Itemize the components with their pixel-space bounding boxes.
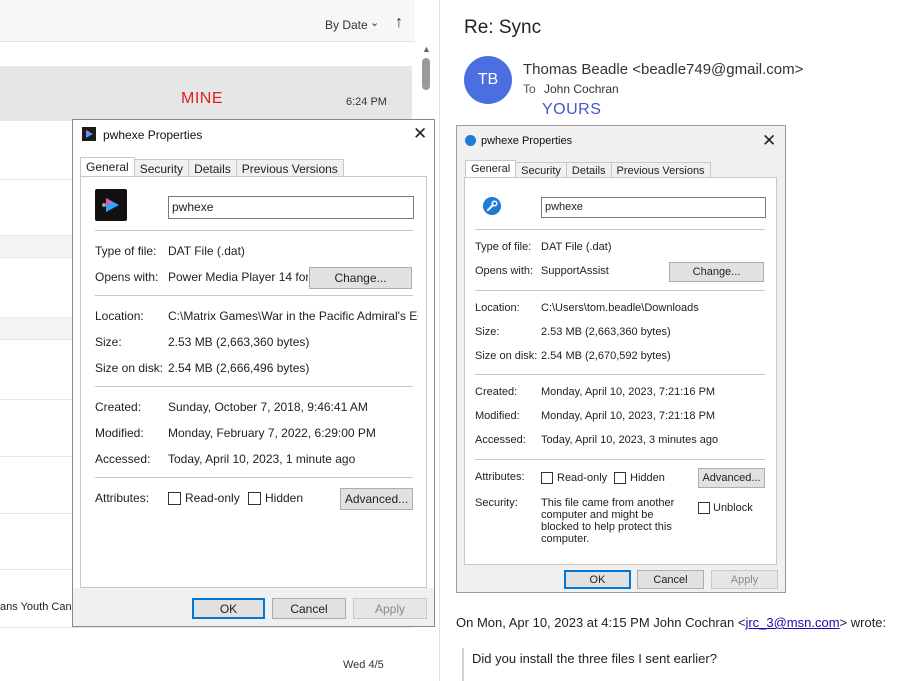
- scroll-up-icon[interactable]: ▲: [422, 44, 431, 54]
- created-label: Created:: [475, 386, 518, 398]
- list-item-time: 6:24 PM: [346, 96, 387, 108]
- file-icon: [95, 189, 127, 221]
- properties-dialog-yours: pwhexe Properties ✕ General Security Det…: [456, 125, 786, 593]
- close-icon[interactable]: ✕: [413, 124, 427, 144]
- type-value: DAT File (.dat): [541, 241, 612, 253]
- unblock-checkbox[interactable]: [698, 502, 710, 514]
- quote-bar: [462, 648, 464, 681]
- filename-input[interactable]: pwhexe: [168, 196, 414, 219]
- modified-value: Monday, February 7, 2022, 6:29:00 PM: [168, 426, 376, 440]
- unblock-label: Unblock: [713, 502, 753, 514]
- recipient-name[interactable]: John Cochran: [544, 82, 619, 96]
- accessed-label: Accessed:: [95, 452, 151, 466]
- list-item-date: Wed 4/5: [343, 659, 384, 671]
- attributes-label: Attributes:: [95, 491, 150, 505]
- ok-button[interactable]: OK: [192, 598, 265, 619]
- ok-button[interactable]: OK: [564, 570, 631, 589]
- created-label: Created:: [95, 400, 142, 414]
- size-on-disk-label: Size on disk:: [475, 350, 538, 362]
- opens-with-label: Opens with:: [95, 270, 159, 284]
- opens-with-value: Power Media Player 14 for H: [168, 270, 308, 284]
- scroll-thumb[interactable]: [422, 58, 430, 90]
- security-label: Security:: [475, 497, 518, 509]
- size-label: Size:: [475, 326, 500, 338]
- location-label: Location:: [95, 309, 144, 323]
- dialog-title-bar[interactable]: pwhexe Properties ✕: [457, 126, 785, 156]
- type-label: Type of file:: [475, 241, 532, 253]
- to-label: To: [523, 82, 536, 96]
- opens-with-label: Opens with:: [475, 265, 534, 277]
- dialog-title-bar[interactable]: pwhexe Properties ✕: [73, 120, 434, 150]
- read-only-label: Read-only: [185, 491, 240, 505]
- accessed-label: Accessed:: [475, 434, 526, 446]
- location-label: Location:: [475, 302, 520, 314]
- modified-value: Monday, April 10, 2023, 7:21:18 PM: [541, 410, 716, 422]
- apply-button[interactable]: Apply: [711, 570, 778, 589]
- size-value: 2.53 MB (2,663,360 bytes): [541, 326, 671, 338]
- avatar-initials: TB: [477, 71, 499, 88]
- advanced-button[interactable]: Advanced...: [698, 468, 765, 488]
- wrench-icon: [483, 197, 501, 215]
- apply-button[interactable]: Apply: [353, 598, 427, 619]
- properties-dialog-mine: pwhexe Properties ✕ General Security Det…: [72, 119, 435, 627]
- size-value: 2.53 MB (2,663,360 bytes): [168, 335, 310, 349]
- accessed-value: Today, April 10, 2023, 3 minutes ago: [541, 434, 719, 446]
- tab-general[interactable]: General: [80, 157, 135, 178]
- dialog-button-bar: OK Cancel Apply: [73, 588, 434, 626]
- size-label: Size:: [95, 335, 122, 349]
- security-warning-text: This file came from another computer and…: [541, 497, 675, 545]
- quote-header: On Mon, Apr 10, 2023 at 4:15 PM John Coc…: [456, 615, 886, 630]
- quote-prefix: On Mon, Apr 10, 2023 at 4:15 PM John Coc…: [456, 615, 746, 630]
- hidden-checkbox[interactable]: [248, 492, 261, 505]
- file-app-icon: [82, 127, 96, 141]
- sender-name[interactable]: Thomas Beadle <beadle749@gmail.com>: [523, 61, 803, 78]
- yours-annotation: YOURS: [542, 101, 602, 118]
- change-button[interactable]: Change...: [669, 262, 764, 282]
- dialog-title: pwhexe Properties: [103, 128, 203, 142]
- accessed-value: Today, April 10, 2023, 1 minute ago: [168, 452, 356, 466]
- sort-bar: By Date ⌄ ↑: [0, 0, 415, 42]
- general-panel: pwhexe Type of file: DAT File (.dat) Ope…: [80, 176, 427, 588]
- sort-by-date-button[interactable]: By Date: [325, 18, 368, 32]
- hidden-label: Hidden: [630, 472, 665, 484]
- read-only-label: Read-only: [557, 472, 608, 484]
- quote-suffix: > wrote:: [839, 615, 887, 630]
- advanced-button[interactable]: Advanced...: [340, 488, 413, 510]
- change-button[interactable]: Change...: [309, 267, 412, 289]
- list-item-preview-text: ans Youth Can: [0, 601, 72, 613]
- created-value: Monday, April 10, 2023, 7:21:16 PM: [541, 386, 716, 398]
- chevron-down-icon[interactable]: ⌄: [370, 16, 379, 29]
- mine-annotation: MINE: [181, 90, 223, 107]
- cancel-button[interactable]: Cancel: [637, 570, 704, 589]
- message-subject: Re: Sync: [464, 17, 542, 38]
- general-panel: pwhexe Type of file: DAT File (.dat) Ope…: [464, 177, 777, 565]
- quote-body: Did you install the three files I sent e…: [472, 651, 717, 666]
- close-icon[interactable]: ✕: [762, 131, 776, 151]
- read-only-checkbox[interactable]: [541, 472, 553, 484]
- quote-email-link[interactable]: jrc_3@msn.com: [745, 615, 839, 630]
- dell-app-icon: [465, 135, 476, 146]
- type-label: Type of file:: [95, 244, 157, 258]
- opens-with-value: SupportAssist: [541, 265, 609, 277]
- dialog-title: pwhexe Properties: [481, 135, 573, 147]
- read-only-checkbox[interactable]: [168, 492, 181, 505]
- size-on-disk-value: 2.54 MB (2,666,496 bytes): [168, 361, 310, 375]
- type-value: DAT File (.dat): [168, 244, 245, 258]
- cancel-button[interactable]: Cancel: [272, 598, 346, 619]
- avatar: TB: [464, 56, 512, 104]
- created-value: Sunday, October 7, 2018, 9:46:41 AM: [168, 400, 368, 414]
- location-value: C:\Matrix Games\War in the Pacific Admir…: [168, 309, 418, 323]
- modified-label: Modified:: [475, 410, 520, 422]
- hidden-checkbox[interactable]: [614, 472, 626, 484]
- sort-direction-arrow-icon[interactable]: ↑: [395, 14, 403, 32]
- filename-input[interactable]: pwhexe: [541, 197, 766, 218]
- modified-label: Modified:: [95, 426, 144, 440]
- size-on-disk-label: Size on disk:: [95, 361, 164, 375]
- location-value: C:\Users\tom.beadle\Downloads: [541, 302, 699, 314]
- hidden-label: Hidden: [265, 491, 304, 505]
- size-on-disk-value: 2.54 MB (2,670,592 bytes): [541, 350, 671, 362]
- attributes-label: Attributes:: [475, 471, 525, 483]
- list-item-selected[interactable]: MINE 6:24 PM: [0, 66, 412, 121]
